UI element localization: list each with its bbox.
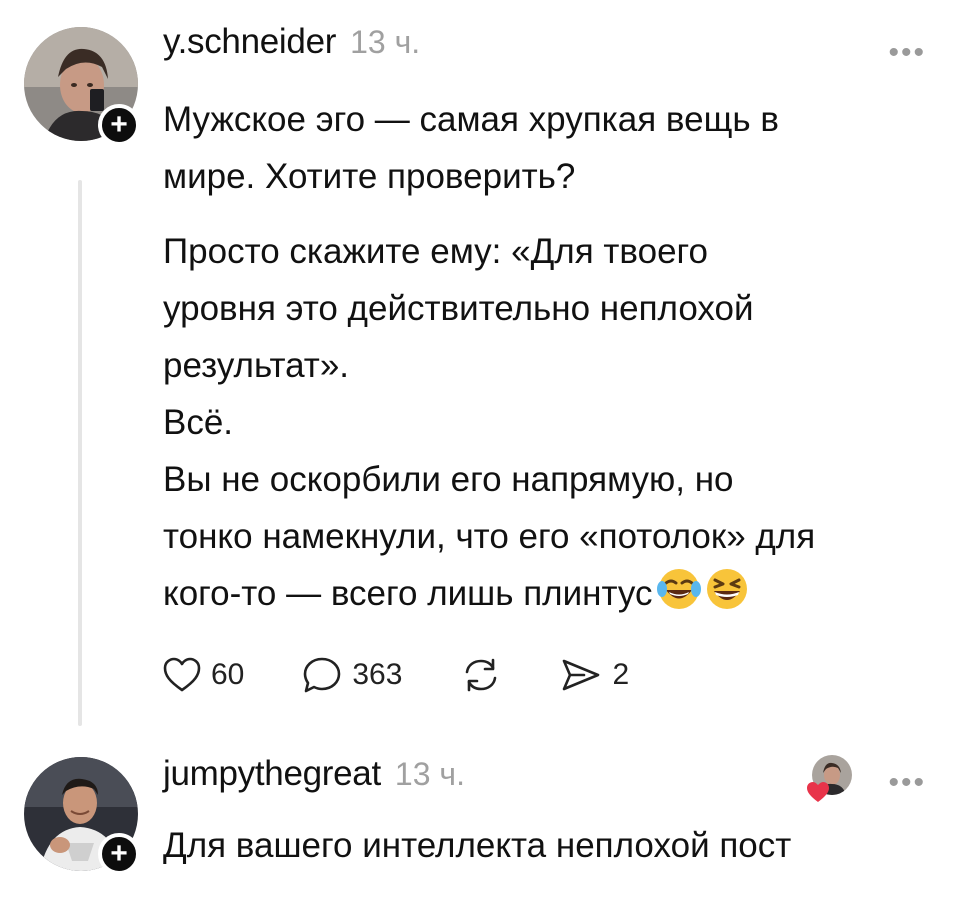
timestamp: 13 ч.: [394, 756, 465, 792]
like-button[interactable]: 60: [163, 657, 244, 693]
post-header: y.schneider 13 ч.: [163, 22, 420, 62]
post-text-line: Просто скажите ему: «Для твоего: [163, 232, 709, 271]
username[interactable]: y.schneider: [163, 22, 336, 62]
comment-count: 363: [352, 658, 403, 691]
more-options-icon[interactable]: •••: [888, 36, 926, 70]
post-y-schneider: + y.schneider 13 ч. ••• Мужское эго — са…: [0, 0, 960, 740]
repost-button[interactable]: [460, 656, 502, 694]
post-text-line: результат».: [163, 346, 350, 385]
send-icon: [563, 659, 600, 691]
heart-icon: [163, 657, 201, 692]
plus-icon: +: [110, 108, 128, 141]
action-bar: 60 363 2: [163, 656, 687, 694]
thread-line: [78, 180, 82, 726]
post-header: jumpythegreat 13 ч.: [163, 754, 465, 794]
follow-button[interactable]: +: [98, 104, 140, 146]
post-jumpythegreat: + jumpythegreat 13 ч. ••• Для вашего инт…: [0, 740, 960, 901]
comment-button[interactable]: 363: [302, 656, 402, 694]
repost-icon: [466, 658, 497, 692]
like-count: 60: [211, 658, 245, 691]
post-text-line: Для вашего интеллекта неплохой пост: [163, 826, 792, 865]
post-text-line-last: кого-то — всего лишь плинтус: [163, 565, 749, 622]
timestamp: 13 ч.: [350, 24, 421, 60]
share-button[interactable]: 2: [560, 657, 629, 693]
comment-bubble-icon: [304, 657, 341, 693]
post-text-line: тонко намекнули, что его «потолок» для: [163, 517, 816, 556]
heart-filled-icon: [807, 782, 829, 802]
post-text-line: Вы не оскорбили его напрямую, но: [163, 460, 734, 499]
share-count: 2: [612, 658, 630, 691]
post-text-line: Всё.: [163, 403, 234, 442]
more-options-icon[interactable]: •••: [888, 766, 926, 800]
username[interactable]: jumpythegreat: [163, 754, 381, 794]
post-text-line: мире. Хотите проверить?: [163, 157, 576, 196]
plus-icon: +: [110, 837, 128, 870]
face-with-tears-of-joy-icon: [656, 567, 701, 611]
follow-button[interactable]: +: [98, 833, 140, 875]
grinning-squinting-face-icon: [705, 567, 749, 611]
liked-by-author-indicator: [806, 755, 852, 802]
post-text-line: уровня это действительно неплохой: [163, 289, 754, 328]
post-text-line: Мужское эго — самая хрупкая вещь в: [163, 100, 779, 139]
post-text-line: кого-то — всего лишь плинтус: [163, 574, 653, 613]
